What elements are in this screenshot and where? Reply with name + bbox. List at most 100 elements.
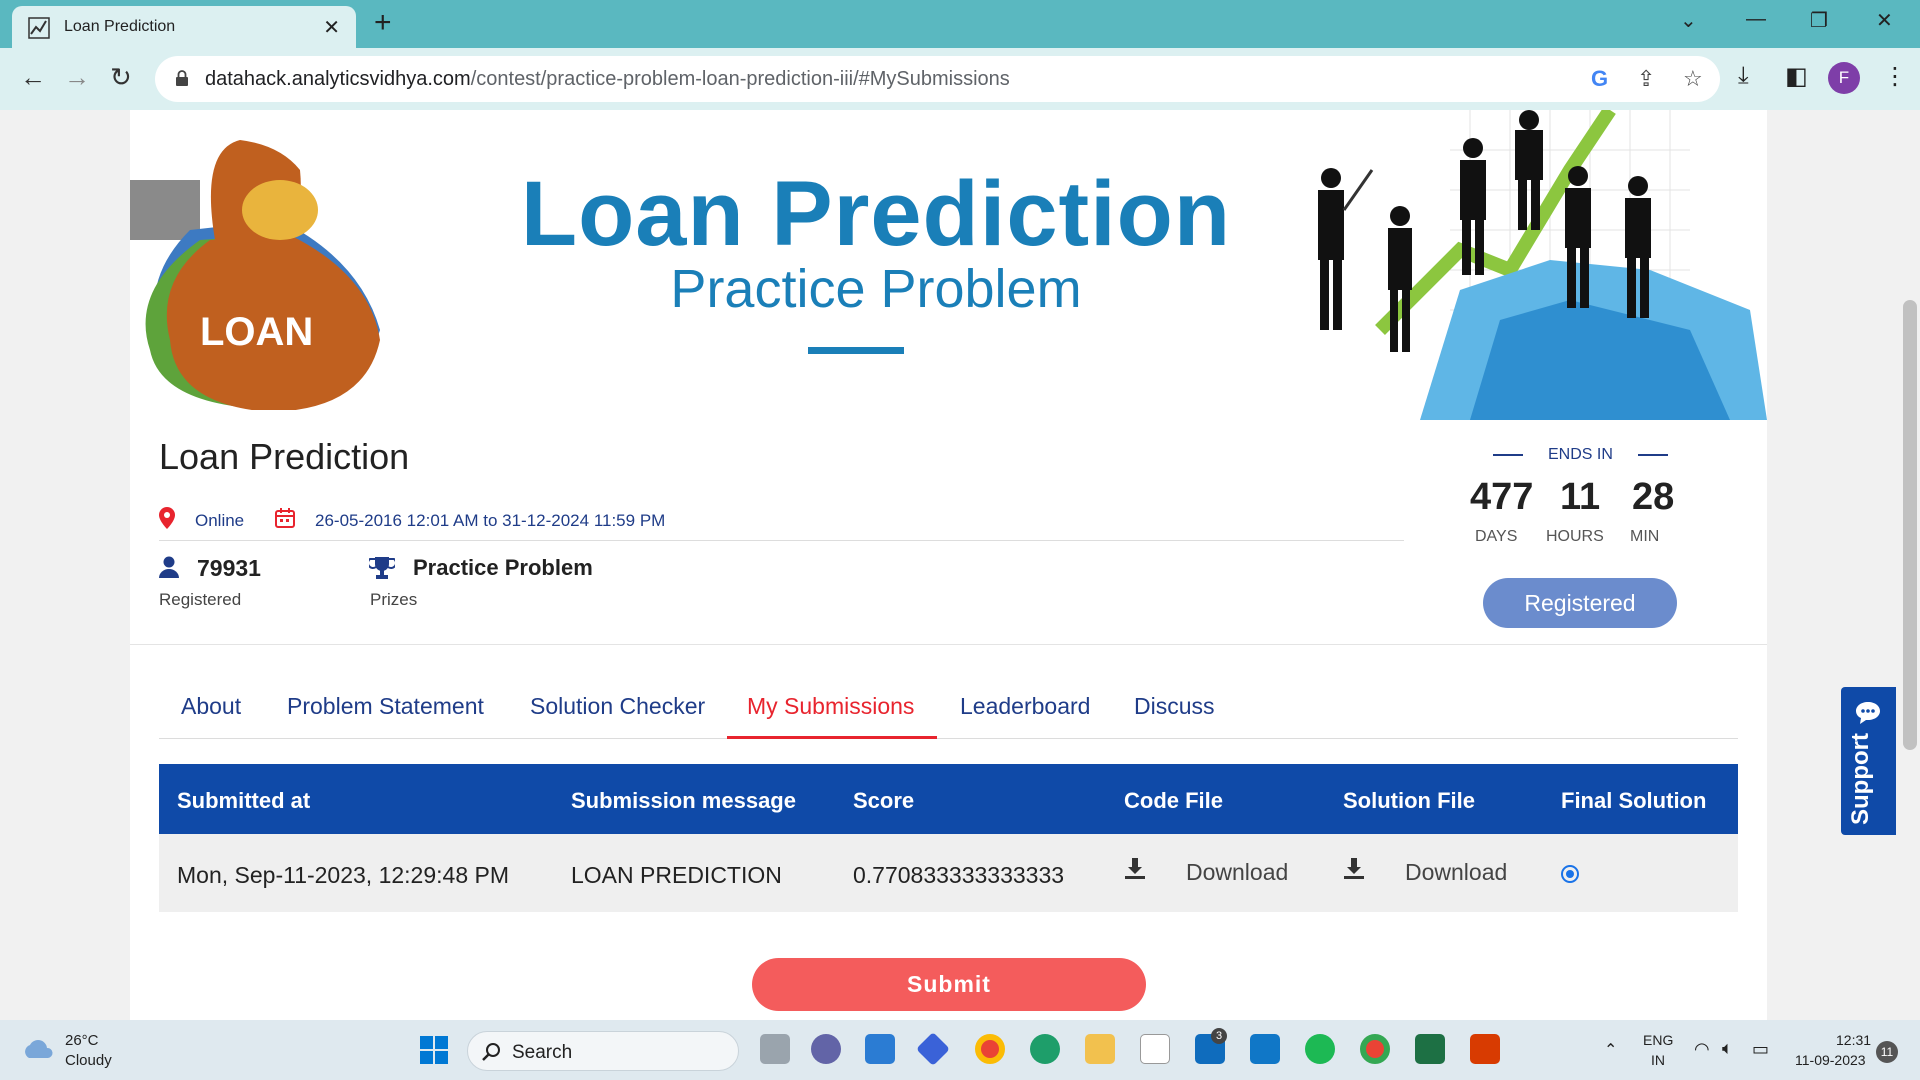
tab-leaderboard[interactable]: Leaderboard: [960, 693, 1090, 720]
contest-card: LOAN Loan Prediction Practice Problem Lo…: [130, 110, 1767, 1020]
menu-kebab-icon[interactable]: ⋮: [1883, 62, 1907, 91]
file-explorer-icon[interactable]: [1085, 1034, 1115, 1064]
side-panel-icon[interactable]: ◧: [1785, 62, 1808, 91]
teams-icon[interactable]: [811, 1034, 841, 1064]
countdown-hours-label: HOURS: [1546, 528, 1604, 545]
download-icon[interactable]: ⤓: [1738, 62, 1749, 90]
lock-icon: [176, 70, 188, 86]
location-pin-icon: [159, 507, 175, 529]
taskbar-search[interactable]: Search: [467, 1031, 739, 1071]
business-growth-illustration: [1270, 110, 1767, 420]
battery-icon[interactable]: ▭: [1752, 1039, 1769, 1060]
browser-toolbar: ← → ↻ datahack.analyticsvidhya.com/conte…: [0, 48, 1920, 110]
browser-tab-strip: Loan Prediction ✕ + ⌄ — ❐ ✕: [0, 0, 1920, 48]
volume-icon[interactable]: 🔈︎: [1722, 1038, 1733, 1059]
reload-icon[interactable]: ↻: [110, 62, 132, 93]
prize-label: Prizes: [370, 590, 418, 609]
search-icon: [482, 1043, 500, 1061]
score-cell: 0.770833333333333: [853, 862, 1065, 888]
office-icon[interactable]: [1470, 1034, 1500, 1064]
l-app-icon[interactable]: [1250, 1034, 1280, 1064]
solution-download-icon[interactable]: [1343, 856, 1365, 880]
clock-time[interactable]: 12:31: [1836, 1032, 1871, 1048]
col-submitted-at: Submitted at: [177, 788, 311, 813]
registered-count: 79931: [197, 555, 261, 581]
banner-title: Loan Prediction: [520, 163, 1232, 265]
tab-discuss[interactable]: Discuss: [1134, 693, 1215, 720]
final-solution-radio[interactable]: [1561, 865, 1579, 883]
table-row: Mon, Sep-11-2023, 12:29:48 PM LOAN PREDI…: [159, 834, 1738, 912]
support-widget[interactable]: Support: [1841, 687, 1896, 835]
col-code-file: Code File: [1124, 788, 1224, 813]
show-hidden-icons-chevron-icon[interactable]: ⌃: [1604, 1040, 1617, 1060]
section-divider: [130, 644, 1767, 645]
url-path: /contest/practice-problem-loan-predictio…: [470, 68, 1010, 90]
tab-problem-statement[interactable]: Problem Statement: [287, 693, 484, 720]
microsoft-store-icon[interactable]: [1140, 1034, 1170, 1064]
chrome-profile-icon[interactable]: [1360, 1034, 1390, 1064]
code-download-icon[interactable]: [1124, 856, 1146, 880]
active-tab-underline: [727, 736, 937, 739]
language-region[interactable]: IN: [1651, 1052, 1665, 1068]
google-lens-icon[interactable]: G: [1591, 66, 1608, 92]
spotify-icon[interactable]: [1305, 1034, 1335, 1064]
tab-solution-checker[interactable]: Solution Checker: [530, 693, 705, 720]
forward-arrow-icon[interactable]: →: [64, 62, 90, 93]
col-final-solution: Final Solution: [1561, 788, 1707, 813]
chat-bubble-icon: [1856, 702, 1880, 724]
excel-icon[interactable]: [1415, 1034, 1445, 1064]
cloud-weather-icon: [25, 1040, 53, 1058]
user-icon: [159, 556, 179, 578]
countdown-days: 477: [1470, 476, 1534, 518]
tab-about[interactable]: About: [181, 693, 241, 720]
back-arrow-icon[interactable]: ←: [20, 62, 46, 93]
trophy-icon: [369, 557, 395, 579]
countdown-dash-right: [1638, 454, 1668, 456]
tabs-baseline: [159, 738, 1738, 739]
address-bar[interactable]: datahack.analyticsvidhya.com/contest/pra…: [155, 56, 1720, 102]
clock-date[interactable]: 11-09-2023: [1795, 1052, 1866, 1068]
tab-my-submissions[interactable]: My Submissions: [747, 693, 914, 720]
profile-avatar[interactable]: F: [1828, 62, 1860, 94]
support-label: Support: [1847, 733, 1874, 825]
message-cell: LOAN PREDICTION: [571, 862, 782, 888]
countdown-dash-left: [1493, 454, 1523, 456]
edge-icon[interactable]: [1030, 1034, 1060, 1064]
weather-condition: Cloudy: [65, 1052, 112, 1069]
notepad-icon[interactable]: [865, 1034, 895, 1064]
prize-text: Practice Problem: [413, 555, 593, 580]
col-score: Score: [853, 788, 915, 813]
share-icon[interactable]: ⇪: [1637, 66, 1655, 92]
info-divider: [159, 540, 1404, 541]
weather-temperature: 26°C: [65, 1032, 99, 1049]
submissions-table-header: Submitted at Submission message Score Co…: [159, 764, 1738, 834]
col-submission-message: Submission message: [571, 788, 796, 813]
scrollbar-thumb[interactable]: [1903, 300, 1917, 750]
code-download-link[interactable]: Download: [1186, 859, 1288, 886]
loan-bag-label: LOAN: [200, 310, 313, 354]
new-tab-button[interactable]: +: [374, 6, 392, 40]
window-close-icon[interactable]: ✕: [1876, 8, 1893, 33]
contest-dates: 26-05-2016 12:01 AM to 31-12-2024 11:59 …: [315, 511, 666, 530]
contest-location: Online: [195, 511, 245, 530]
task-view-icon[interactable]: [760, 1034, 790, 1064]
tab-search-chevron-icon[interactable]: ⌄: [1680, 8, 1697, 33]
solution-download-link[interactable]: Download: [1405, 859, 1507, 886]
registered-button[interactable]: Registered: [1483, 578, 1677, 628]
tab-close-icon[interactable]: ✕: [323, 15, 340, 40]
tab-title: Loan Prediction: [64, 18, 176, 35]
submitted-at-cell: Mon, Sep-11-2023, 12:29:48 PM: [177, 862, 510, 888]
wifi-icon[interactable]: ◠: [1694, 1039, 1710, 1060]
windows-start-icon[interactable]: [420, 1036, 448, 1064]
submit-button[interactable]: Submit: [752, 958, 1146, 1011]
notification-badge[interactable]: 11: [1876, 1041, 1898, 1063]
copilot-icon[interactable]: [916, 1032, 950, 1066]
windows-taskbar: 26°C Cloudy Search 3 ⌃ ENG IN ◠ 🔈︎ ▭ 12:…: [0, 1020, 1920, 1080]
language-code[interactable]: ENG: [1643, 1032, 1673, 1048]
chrome-icon[interactable]: [975, 1034, 1005, 1064]
url-text: datahack.analyticsvidhya.com/contest/pra…: [205, 68, 1010, 91]
restore-icon[interactable]: ❐: [1810, 8, 1828, 33]
minimize-icon[interactable]: —: [1746, 8, 1766, 31]
browser-tab[interactable]: Loan Prediction ✕: [12, 6, 356, 48]
bookmark-star-icon[interactable]: ☆: [1683, 66, 1703, 92]
